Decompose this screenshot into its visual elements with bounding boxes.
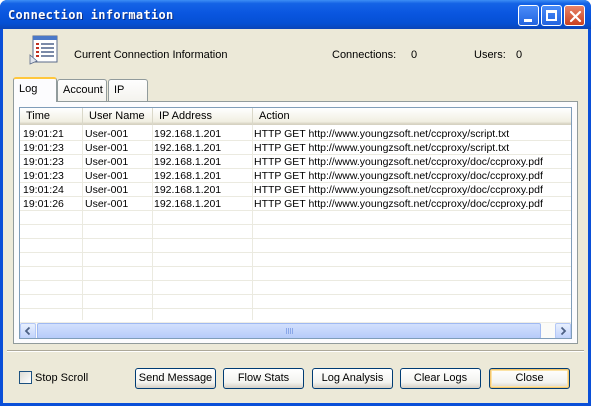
cell-ip: 192.168.1.201 — [154, 142, 222, 154]
cell-user: User-001 — [85, 128, 129, 140]
connection-list-icon — [29, 35, 58, 65]
cell-time: 19:01:23 — [23, 142, 64, 154]
tab-account[interactable]: Account — [57, 79, 107, 101]
users-value: 0 — [516, 49, 523, 61]
column-header-action[interactable]: Action — [253, 108, 571, 125]
table-row[interactable]: 19:01:23 User-001 192.168.1.201 HTTP GET… — [20, 141, 571, 155]
cell-user: User-001 — [85, 142, 129, 154]
cell-ip: 192.168.1.201 — [154, 184, 222, 196]
client-area: Current Connection Information Connectio… — [3, 29, 588, 403]
cell-ip: 192.168.1.201 — [154, 156, 222, 168]
empty-row — [20, 211, 571, 225]
cell-action: HTTP GET http://www.youngzsoft.net/ccpro… — [254, 156, 543, 168]
empty-row — [20, 253, 571, 267]
tab-ip[interactable]: IP — [108, 79, 148, 101]
empty-row — [20, 225, 571, 239]
users-label: Users: — [474, 49, 506, 61]
cell-ip: 192.168.1.201 — [154, 198, 222, 210]
chevron-left-icon — [24, 326, 31, 336]
column-header-time[interactable]: Time — [20, 108, 83, 125]
table-row[interactable]: 19:01:21 User-001 192.168.1.201 HTTP GET… — [20, 127, 571, 141]
cell-user: User-001 — [85, 184, 129, 196]
maximize-button[interactable] — [541, 5, 562, 26]
grip-icon — [286, 328, 293, 334]
cell-time: 19:01:23 — [23, 156, 64, 168]
scrollbar-thumb[interactable] — [37, 323, 541, 338]
cell-time: 19:01:26 — [23, 198, 64, 210]
cell-time: 19:01:24 — [23, 184, 64, 196]
send-message-button[interactable]: Send Message — [135, 368, 216, 389]
column-header-ip-address[interactable]: IP Address — [153, 108, 253, 125]
column-header-user-name[interactable]: User Name — [83, 108, 153, 125]
close-icon — [569, 10, 582, 23]
table-row[interactable]: 19:01:23 User-001 192.168.1.201 HTTP GET… — [20, 155, 571, 169]
chevron-right-icon — [560, 326, 567, 336]
header-title: Current Connection Information — [74, 49, 228, 61]
list-header: Time User Name IP Address Action — [20, 108, 571, 125]
cell-action: HTTP GET http://www.youngzsoft.net/ccpro… — [254, 198, 543, 210]
tab-panel-log: Time User Name IP Address Action 19:01:2… — [13, 101, 578, 344]
title-bar[interactable]: Connection information — [0, 0, 591, 29]
close-button[interactable]: Close — [489, 368, 570, 389]
cell-time: 19:01:21 — [23, 128, 64, 140]
clear-logs-button[interactable]: Clear Logs — [400, 368, 481, 389]
stop-scroll-checkbox[interactable] — [19, 371, 32, 384]
cell-user: User-001 — [85, 156, 129, 168]
tab-log[interactable]: Log — [13, 77, 57, 102]
flow-stats-button[interactable]: Flow Stats — [223, 368, 304, 389]
connection-info-window: Connection information Current Connectio… — [0, 0, 591, 406]
cell-ip: 192.168.1.201 — [154, 170, 222, 182]
cell-action: HTTP GET http://www.youngzsoft.net/ccpro… — [254, 184, 543, 196]
cell-time: 19:01:23 — [23, 170, 64, 182]
stop-scroll-label[interactable]: Stop Scroll — [35, 372, 88, 384]
log-rows: 19:01:21 User-001 192.168.1.201 HTTP GET… — [20, 127, 571, 309]
cell-user: User-001 — [85, 198, 129, 210]
table-row[interactable]: 19:01:26 User-001 192.168.1.201 HTTP GET… — [20, 197, 571, 211]
cell-user: User-001 — [85, 170, 129, 182]
empty-row — [20, 267, 571, 281]
connections-value: 0 — [411, 49, 418, 61]
window-title: Connection information — [8, 8, 174, 22]
log-analysis-button[interactable]: Log Analysis — [312, 368, 393, 389]
scroll-right-button[interactable] — [555, 323, 571, 338]
table-row[interactable]: 19:01:24 User-001 192.168.1.201 HTTP GET… — [20, 183, 571, 197]
scroll-left-button[interactable] — [20, 323, 36, 338]
cell-action: HTTP GET http://www.youngzsoft.net/ccpro… — [254, 170, 543, 182]
connections-label: Connections: — [332, 49, 397, 61]
cell-ip: 192.168.1.201 — [154, 128, 222, 140]
cell-action: HTTP GET http://www.youngzsoft.net/ccpro… — [254, 128, 510, 140]
empty-row — [20, 239, 571, 253]
table-row[interactable]: 19:01:23 User-001 192.168.1.201 HTTP GET… — [20, 169, 571, 183]
log-list[interactable]: Time User Name IP Address Action 19:01:2… — [19, 107, 572, 339]
minimize-button[interactable] — [518, 5, 539, 26]
close-window-button[interactable] — [564, 5, 585, 26]
cell-action: HTTP GET http://www.youngzsoft.net/ccpro… — [254, 142, 510, 154]
divider — [7, 350, 584, 352]
empty-row — [20, 295, 571, 309]
empty-row — [20, 281, 571, 295]
horizontal-scrollbar[interactable] — [20, 322, 571, 338]
